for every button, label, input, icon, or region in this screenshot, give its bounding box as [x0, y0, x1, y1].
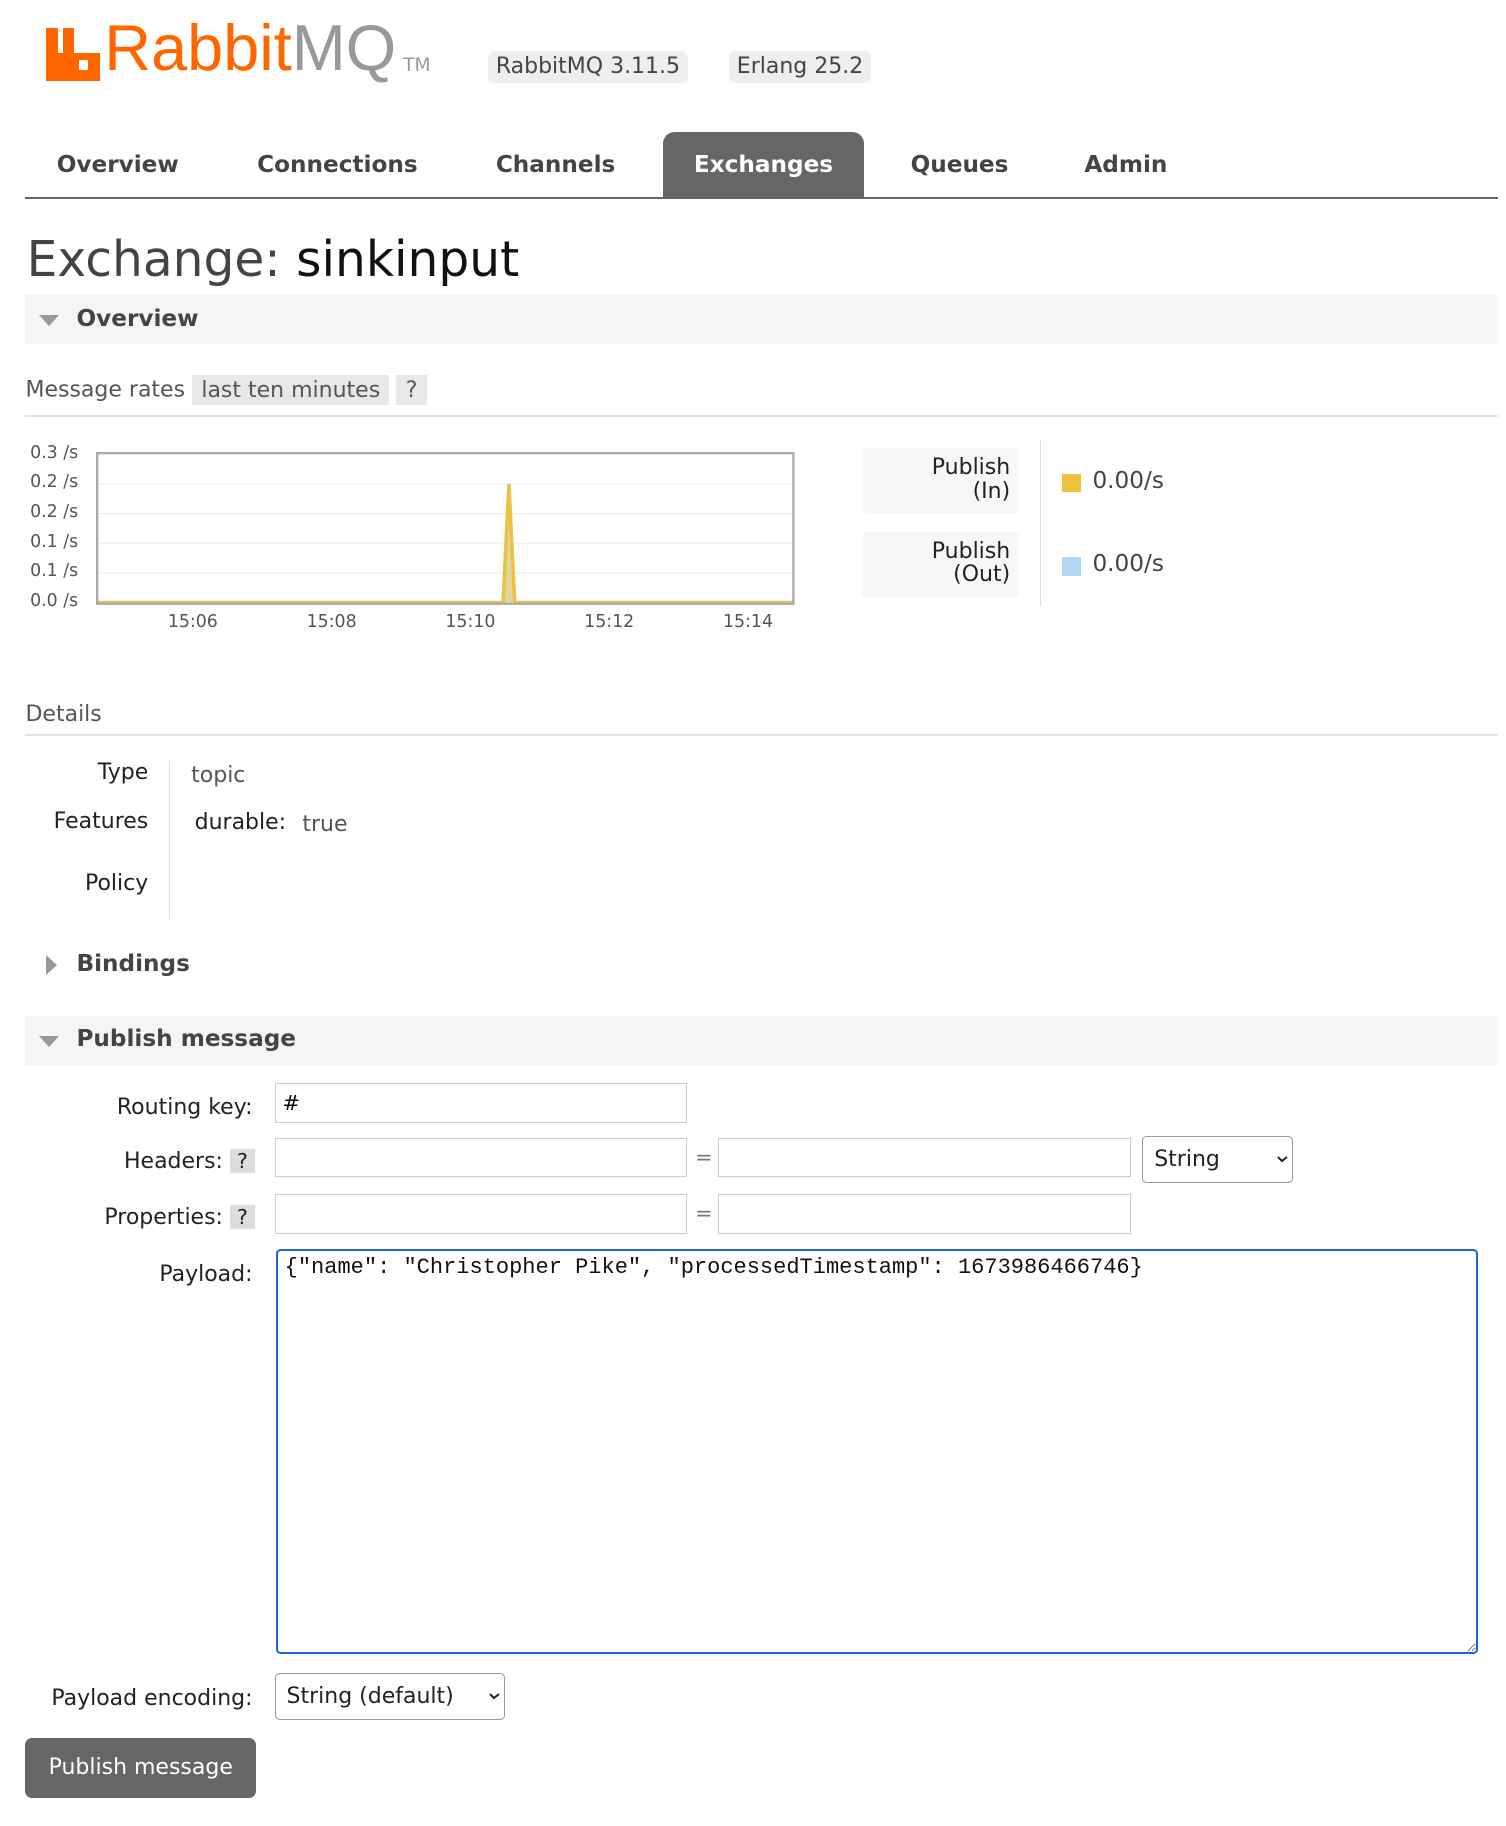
policy-label: Policy: [84, 871, 149, 897]
expand-triangle-icon: [46, 954, 58, 975]
section-title: Overview: [76, 305, 199, 332]
x-tick-label: 15:14: [722, 611, 773, 632]
rabbitmq-logo[interactable]: Rabbit MQ TM: [46, 11, 431, 85]
legend-swatch-in: [1062, 473, 1081, 493]
header-type-select[interactable]: String: [1142, 1136, 1293, 1183]
x-tick-label: 15:10: [445, 611, 496, 632]
tab-admin[interactable]: Admin: [1053, 132, 1199, 197]
property-value-input[interactable]: [718, 1194, 1131, 1234]
routing-key-input[interactable]: [274, 1083, 687, 1123]
headers-label-text: Headers:: [123, 1149, 223, 1175]
properties-label-text: Properties:: [104, 1204, 223, 1230]
headers-label: Headers:?: [0, 1149, 255, 1174]
properties-label: Properties:?: [0, 1204, 255, 1230]
payload-encoding-label: Payload encoding:: [51, 1685, 253, 1711]
publish-in-rate: 0.00/s: [1092, 468, 1164, 495]
header-key-input[interactable]: [274, 1137, 687, 1178]
message-rates-header: Message rates last ten minutes ?: [25, 375, 1498, 417]
property-key-input[interactable]: [274, 1194, 687, 1234]
message-rates-chart: [96, 451, 795, 605]
help-button[interactable]: ?: [396, 375, 427, 405]
overview-section-toggle[interactable]: Overview: [25, 295, 1498, 345]
publish-out-rate: 0.00/s: [1092, 551, 1164, 578]
tab-queues[interactable]: Queues: [879, 132, 1039, 197]
headers-help-button[interactable]: ?: [229, 1149, 255, 1174]
routing-key-label: Routing key:: [116, 1094, 253, 1120]
payload-textarea[interactable]: {"name": "Christopher Pike", "processedT…: [275, 1248, 1479, 1655]
legend-publish-out: Publish (Out): [861, 531, 1020, 597]
y-tick-label: 0.0 /s: [30, 590, 79, 611]
features-label: Features: [53, 808, 149, 834]
version-badge: RabbitMQ 3.11.5: [487, 50, 689, 83]
durable-value: true: [302, 812, 348, 838]
equals-sign: =: [695, 1144, 713, 1169]
details-header: Details: [25, 702, 1498, 737]
title-prefix: Exchange:: [26, 231, 281, 288]
page-title: Exchange: sinkinput: [27, 232, 520, 288]
durable-label: durable:: [194, 809, 287, 835]
details-table: Type Features Policy topic durable: true: [0, 753, 463, 927]
section-title: Publish message: [76, 1026, 296, 1053]
legend-swatch-out: [1062, 557, 1081, 576]
legend-label: Publish: [931, 538, 1011, 564]
payload-label: Payload:: [159, 1261, 253, 1287]
header-value-input[interactable]: [718, 1137, 1131, 1178]
chart-frame: [96, 451, 795, 605]
main-nav: Overview Connections Channels Exchanges …: [25, 132, 1498, 199]
rabbit-logo-icon: [46, 27, 100, 82]
tab-exchanges[interactable]: Exchanges: [662, 132, 865, 197]
x-tick-label: 15:08: [306, 611, 357, 632]
y-tick-label: 0.2 /s: [30, 501, 79, 522]
y-tick-label: 0.3 /s: [30, 442, 79, 463]
y-tick-label: 0.1 /s: [30, 561, 79, 582]
logo-text-mq: MQ: [291, 11, 397, 85]
collapse-triangle-icon: [39, 1035, 60, 1048]
legend-label-sub: (Out): [953, 562, 1011, 588]
equals-sign: =: [695, 1201, 713, 1226]
tab-channels[interactable]: Channels: [465, 132, 647, 197]
logo-tm: TM: [403, 55, 431, 77]
publish-section-toggle[interactable]: Publish message: [25, 1016, 1498, 1065]
tab-connections[interactable]: Connections: [226, 132, 449, 197]
y-tick-label: 0.2 /s: [30, 472, 79, 493]
section-title: Bindings: [76, 951, 190, 978]
bindings-section-toggle[interactable]: Bindings: [25, 940, 1498, 990]
collapse-triangle-icon: [39, 315, 60, 327]
publish-message-button[interactable]: Publish message: [25, 1737, 257, 1798]
erlang-badge: Erlang 25.2: [728, 50, 872, 83]
message-rates-label: Message rates: [25, 377, 186, 403]
legend-divider: [1040, 440, 1042, 606]
legend-label-sub: (In): [972, 478, 1011, 504]
x-tick-label: 15:12: [584, 611, 635, 632]
payload-encoding-select[interactable]: String (default): [274, 1672, 506, 1721]
logo-text: Rabbit: [104, 11, 292, 85]
tab-overview[interactable]: Overview: [25, 132, 210, 197]
y-tick-label: 0.1 /s: [30, 531, 79, 552]
properties-help-button[interactable]: ?: [229, 1204, 255, 1229]
exchange-name: sinkinput: [296, 231, 520, 288]
range-selector[interactable]: last ten minutes: [192, 375, 390, 405]
type-value: topic: [191, 763, 246, 789]
x-tick-label: 15:06: [167, 611, 218, 632]
legend-label: Publish: [931, 455, 1011, 481]
type-label: Type: [97, 759, 149, 785]
legend-publish-in: Publish (In): [861, 448, 1020, 514]
